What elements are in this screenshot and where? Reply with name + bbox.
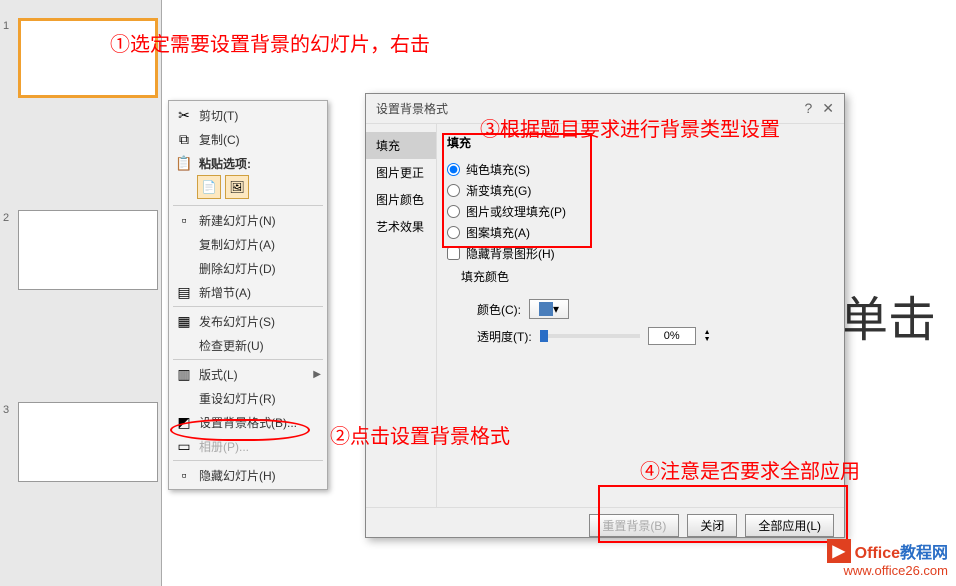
help-icon[interactable]: ? [804, 100, 812, 117]
transparency-input[interactable] [648, 327, 696, 345]
close-button[interactable]: 关闭 [687, 514, 737, 537]
tab-fill[interactable]: 填充 [366, 132, 436, 159]
dialog-sidebar: 填充 图片更正 图片颜色 艺术效果 [366, 124, 436, 507]
thumb-number: 1 [3, 20, 9, 32]
paste-icon: 📋 [175, 154, 193, 172]
slide-thumbnail-1[interactable] [18, 18, 158, 98]
fill-legend: 填充 [447, 134, 834, 151]
watermark-url: www.office26.com [827, 563, 948, 578]
menu-album: ▭相册(P)... [169, 434, 327, 458]
chevron-right-icon: ▶ [313, 369, 321, 380]
dialog-footer: 重置背景(B) 关闭 全部应用(L) [366, 507, 844, 543]
separator [173, 306, 323, 307]
slide-thumbnail-2[interactable] [18, 210, 158, 290]
spin-down[interactable]: ▼ [704, 336, 711, 343]
format-background-dialog: 设置背景格式 ? ✕ 填充 图片更正 图片颜色 艺术效果 填充 纯色填充(S) … [365, 93, 845, 538]
menu-publish-slide[interactable]: ▦发布幻灯片(S) [169, 309, 327, 333]
menu-hide-slide[interactable]: ▫隐藏幻灯片(H) [169, 463, 327, 487]
apply-all-button[interactable]: 全部应用(L) [745, 514, 834, 537]
menu-cut[interactable]: ✂剪切(T) [169, 103, 327, 127]
menu-copy[interactable]: ⧉复制(C) [169, 127, 327, 151]
thumb-number: 2 [3, 212, 9, 224]
color-swatch [539, 302, 553, 316]
menu-duplicate-slide[interactable]: 复制幻灯片(A) [169, 232, 327, 256]
menu-layout[interactable]: ▥版式(L)▶ [169, 362, 327, 386]
separator [173, 359, 323, 360]
paste-option-2[interactable]: 🖼 [225, 175, 249, 199]
cut-icon: ✂ [175, 106, 193, 124]
menu-paste-options: 📋粘贴选项: [169, 151, 327, 175]
logo-icon: ▶ [827, 539, 851, 563]
close-icon[interactable]: ✕ [822, 100, 834, 117]
slider-thumb[interactable] [540, 330, 548, 342]
checkbox-hide-bg[interactable]: 隐藏背景图形(H) [447, 243, 834, 264]
menu-new-section[interactable]: ▤新增节(A) [169, 280, 327, 304]
radio-pattern-fill[interactable]: 图案填充(A) [447, 222, 834, 243]
menu-check-update[interactable]: 检查更新(U) [169, 333, 327, 357]
menu-format-background[interactable]: ◩设置背景格式(B)... [169, 410, 327, 434]
menu-reset-slide[interactable]: 重设幻灯片(R) [169, 386, 327, 410]
radio-picture-fill[interactable]: 图片或纹理填充(P) [447, 201, 834, 222]
menu-new-slide[interactable]: ▫新建幻灯片(N) [169, 208, 327, 232]
hide-icon: ▫ [175, 466, 193, 484]
menu-delete-slide[interactable]: 删除幻灯片(D) [169, 256, 327, 280]
radio-solid-fill[interactable]: 纯色填充(S) [447, 159, 834, 180]
context-menu: ✂剪切(T) ⧉复制(C) 📋粘贴选项: 📄 🖼 ▫新建幻灯片(N) 复制幻灯片… [168, 100, 328, 490]
format-bg-icon: ◩ [175, 413, 193, 431]
tab-picture-corrections[interactable]: 图片更正 [366, 159, 436, 186]
tab-picture-color[interactable]: 图片颜色 [366, 186, 436, 213]
dialog-titlebar: 设置背景格式 ? ✕ [366, 94, 844, 124]
paste-option-1[interactable]: 📄 [197, 175, 221, 199]
transparency-label: 透明度(T): [477, 328, 532, 345]
new-slide-icon: ▫ [175, 211, 193, 229]
color-label: 颜色(C): [477, 301, 521, 318]
spin-up[interactable]: ▲ [704, 329, 711, 336]
slide-thumbnail-panel: 1 2 3 [0, 0, 162, 586]
publish-icon: ▦ [175, 312, 193, 330]
watermark: ▶ Office教程网 www.office26.com [827, 539, 948, 578]
layout-icon: ▥ [175, 365, 193, 383]
slide-title-placeholder[interactable]: 单击 [840, 280, 936, 350]
slide-thumbnail-3[interactable] [18, 402, 158, 482]
section-icon: ▤ [175, 283, 193, 301]
separator [173, 460, 323, 461]
paste-option-buttons: 📄 🖼 [169, 175, 327, 203]
reset-background-button: 重置背景(B) [589, 514, 679, 537]
separator [173, 205, 323, 206]
dialog-content: 填充 纯色填充(S) 渐变填充(G) 图片或纹理填充(P) 图案填充(A) 隐藏… [436, 124, 844, 507]
copy-icon: ⧉ [175, 130, 193, 148]
radio-gradient-fill[interactable]: 渐变填充(G) [447, 180, 834, 201]
fill-color-label: 填充颜色 [461, 268, 834, 285]
color-picker-button[interactable]: ▾ [529, 299, 569, 319]
thumb-number: 3 [3, 404, 9, 416]
tab-artistic-effects[interactable]: 艺术效果 [366, 213, 436, 240]
transparency-slider[interactable] [540, 334, 640, 338]
album-icon: ▭ [175, 437, 193, 455]
dialog-title-text: 设置背景格式 [376, 100, 448, 117]
